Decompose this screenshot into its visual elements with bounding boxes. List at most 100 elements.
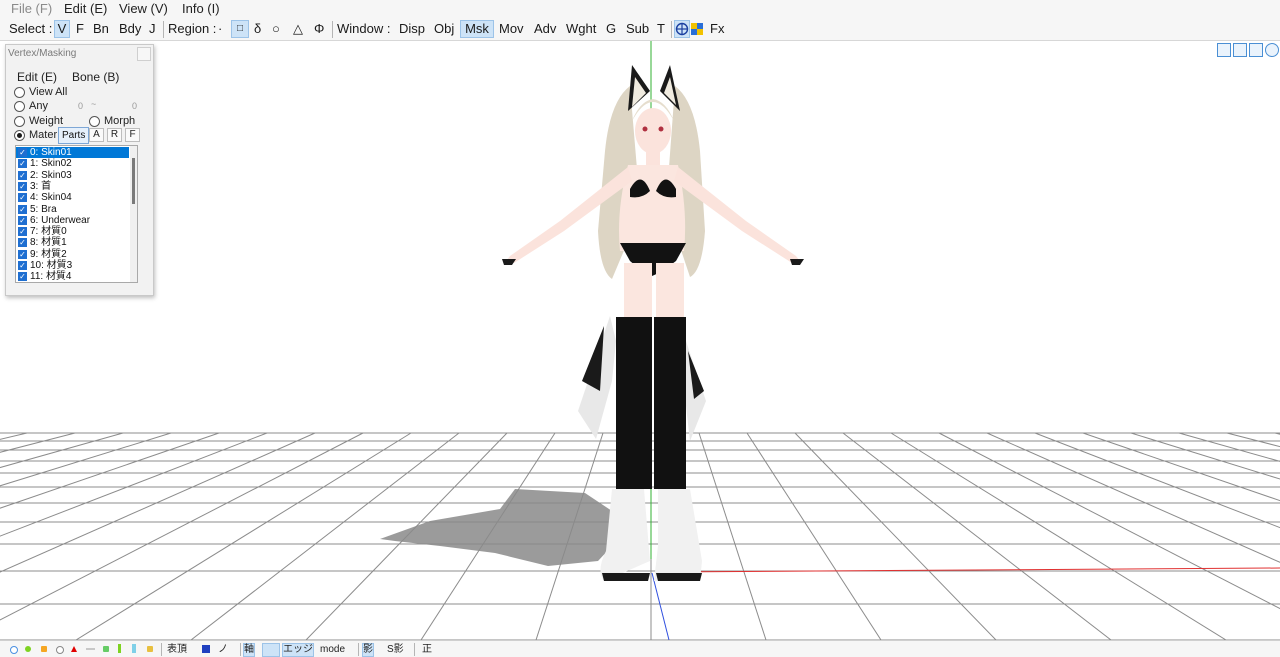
window-mov-button[interactable]: Mov [497, 20, 526, 38]
status-edge[interactable]: エッジ [282, 643, 314, 657]
material-list-item[interactable]: ✓ 4: Skin04 [16, 192, 129, 203]
any-to-value[interactable]: 0 [132, 101, 137, 111]
globe-icon[interactable] [674, 20, 690, 38]
window-wght-button[interactable]: Wght [564, 20, 598, 38]
material-list-item[interactable]: ✓ 8: 材質1 [16, 237, 129, 248]
material-list-item[interactable]: ✓ 1: Skin02 [16, 158, 129, 169]
material-list-item[interactable]: ✓ 7: 材質0 [16, 226, 129, 237]
any-from-value[interactable]: 0 [78, 101, 83, 111]
material-list-item[interactable]: ✓ 11: 材質4 [16, 271, 129, 282]
panel-menu-bone[interactable]: Bone (B) [72, 70, 119, 84]
list-scrollbar[interactable] [130, 146, 137, 282]
close-icon[interactable] [137, 47, 151, 61]
3d-viewport[interactable] [0, 41, 1280, 640]
fx-button[interactable]: Fx [708, 20, 726, 38]
region-triangle-button[interactable]: △ [291, 20, 305, 38]
status-no[interactable]: ノ [218, 643, 228, 657]
menu-edit[interactable]: Edit (E) [64, 1, 107, 16]
window-adv-button[interactable]: Adv [532, 20, 558, 38]
status-separator [358, 643, 359, 656]
rigid-toggle-icon[interactable] [103, 646, 109, 652]
material-list-item[interactable]: ✓ 9: 材質2 [16, 249, 129, 260]
select-bone-button[interactable]: Bn [91, 20, 111, 38]
soft-body-toggle-icon[interactable] [132, 644, 136, 653]
select-vertex-button[interactable]: V [54, 20, 70, 38]
window-obj-button[interactable]: Obj [432, 20, 456, 38]
status-axis[interactable]: 軸 [243, 643, 255, 657]
material-list-item[interactable]: ✓ 5: Bra [16, 204, 129, 215]
ik-toggle-icon[interactable] [71, 646, 77, 652]
checkbox-icon[interactable]: ✓ [18, 193, 27, 203]
toolbar-separator [671, 21, 672, 38]
checkbox-icon[interactable]: ✓ [18, 204, 27, 214]
grid-line [0, 432, 172, 487]
window-g-button[interactable]: G [604, 20, 618, 38]
joint-toggle-icon[interactable] [118, 644, 121, 653]
filter-button[interactable]: F [125, 128, 140, 142]
color-swatch-icon[interactable] [202, 645, 210, 653]
checkbox-icon[interactable]: ✓ [18, 215, 27, 225]
checkbox-icon[interactable]: ✓ [18, 238, 27, 248]
material-list-item[interactable]: ✓ 2: Skin03 [16, 170, 129, 181]
checkbox-icon[interactable]: ✓ [18, 249, 27, 259]
region-delta-button[interactable]: δ [252, 20, 263, 38]
move-view-icon[interactable] [1217, 43, 1231, 57]
scrollbar-thumb[interactable] [132, 158, 135, 204]
line-toggle-icon[interactable] [86, 648, 95, 650]
material-name: 2: Skin03 [30, 169, 72, 181]
window-sub-button[interactable]: Sub [624, 20, 651, 38]
checkbox-icon[interactable]: ✓ [18, 272, 27, 282]
any-tilde: ~ [91, 99, 97, 109]
grid-color-icon[interactable] [691, 20, 705, 38]
move-view-alt-icon[interactable] [1233, 43, 1247, 57]
status-shadow[interactable]: 影 [362, 643, 374, 657]
window-disp-button[interactable]: Disp [397, 20, 427, 38]
select-face-button[interactable]: F [74, 20, 86, 38]
zoom-icon[interactable] [1249, 43, 1263, 57]
region-phi-button[interactable]: Φ [312, 20, 326, 38]
bone-toggle-icon[interactable] [56, 646, 64, 654]
status-hyocho[interactable]: 表頂 [167, 643, 187, 657]
material-toggle-icon[interactable] [41, 646, 47, 652]
material-radio[interactable] [14, 130, 25, 141]
menu-view[interactable]: View (V) [119, 1, 168, 16]
select-label: Select : [9, 21, 53, 36]
all-button[interactable]: A [89, 128, 104, 142]
region-circle-button[interactable]: ○ [270, 20, 282, 38]
window-t-button[interactable]: T [655, 20, 667, 38]
vertex-toggle-icon[interactable] [10, 646, 18, 654]
weight-radio[interactable] [14, 116, 25, 127]
weight-label: Weight [29, 115, 64, 127]
axis-text-icon[interactable] [262, 643, 280, 657]
material-list-item[interactable]: ✓ 10: 材質3 [16, 260, 129, 271]
checkbox-icon[interactable]: ✓ [18, 181, 27, 191]
region-point-button[interactable]: · [216, 20, 224, 38]
material-list-item[interactable]: ✓ 3: 首 [16, 181, 129, 192]
misc-toggle-icon[interactable] [147, 646, 153, 652]
checkbox-icon[interactable]: ✓ [18, 261, 27, 270]
any-radio[interactable] [14, 101, 25, 112]
window-msk-button[interactable]: Msk [460, 20, 494, 38]
checkbox-icon[interactable]: ✓ [18, 227, 27, 237]
rotate-view-icon[interactable] [1265, 43, 1279, 57]
view-all-radio[interactable] [14, 87, 25, 98]
select-joint-button[interactable]: J [147, 20, 158, 38]
status-front[interactable]: 正 [422, 643, 432, 657]
mode-dropdown[interactable]: mode [320, 643, 345, 657]
morph-radio[interactable] [89, 116, 100, 127]
status-s-shadow[interactable]: S影 [387, 643, 404, 657]
toolbar-separator [332, 21, 333, 38]
reverse-button[interactable]: R [107, 128, 122, 142]
material-list-item[interactable]: ✓ 0: Skin01 [16, 147, 129, 158]
panel-menu-edit[interactable]: Edit (E) [17, 70, 57, 84]
material-list[interactable]: ✓ 0: Skin01 ✓ 1: Skin02 ✓ 2: Skin03 ✓ 3: 首 ✓ 4: S… [15, 145, 138, 283]
select-body-button[interactable]: Bdy [117, 20, 143, 38]
material-list-item[interactable]: ✓ 6: Underwear [16, 215, 129, 226]
menu-file[interactable]: File (F) [11, 1, 52, 16]
checkbox-icon[interactable]: ✓ [18, 170, 27, 180]
face-toggle-icon[interactable] [25, 646, 31, 652]
menu-info[interactable]: Info (I) [182, 1, 220, 16]
checkbox-icon[interactable]: ✓ [18, 159, 27, 169]
region-rect-button[interactable]: □ [231, 20, 249, 38]
checkbox-icon[interactable]: ✓ [18, 148, 27, 157]
